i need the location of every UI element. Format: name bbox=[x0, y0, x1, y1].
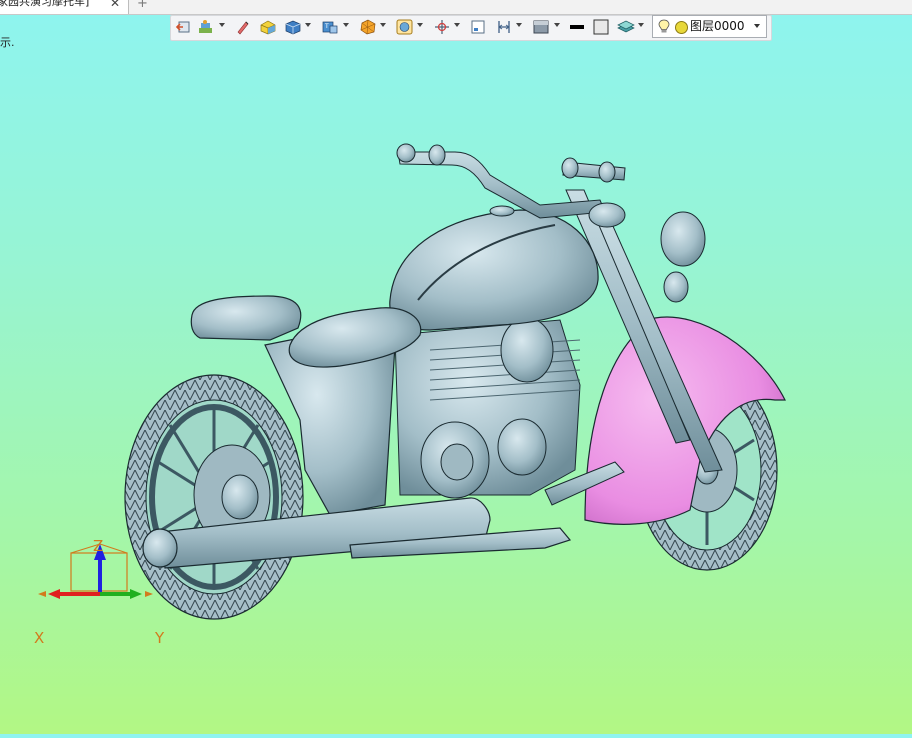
turn-signal bbox=[663, 271, 689, 303]
dimension-icon[interactable] bbox=[496, 19, 512, 37]
layer-name: 图层0000 bbox=[690, 19, 745, 33]
document-tab[interactable]: 家园共演习摩托车] ✕ bbox=[0, 0, 129, 14]
layer-dropdown[interactable]: 图层0000 bbox=[652, 15, 767, 38]
chevron-down-icon[interactable] bbox=[638, 23, 644, 27]
snap-icon[interactable] bbox=[433, 19, 451, 37]
engine bbox=[394, 317, 581, 499]
new-tab-button[interactable]: + bbox=[137, 0, 148, 11]
pencil-icon[interactable] bbox=[235, 19, 251, 37]
display-mode-icon[interactable] bbox=[198, 19, 216, 37]
line-color-icon[interactable] bbox=[569, 19, 585, 37]
chevron-down-icon[interactable] bbox=[380, 23, 386, 27]
chevron-down-icon[interactable] bbox=[343, 23, 349, 27]
shade-box-icon[interactable] bbox=[259, 19, 277, 37]
view-cube-icon[interactable]: T bbox=[321, 19, 339, 37]
fill-color-icon[interactable] bbox=[593, 19, 609, 37]
3d-viewport[interactable]: Z X Y bbox=[0, 40, 912, 734]
layer-stack-icon[interactable] bbox=[617, 19, 635, 37]
axis-x-label: X bbox=[34, 629, 45, 647]
headlight bbox=[660, 211, 706, 267]
bulb-icon[interactable] bbox=[658, 19, 670, 41]
document-tab-title: 家园共演习摩托车] bbox=[0, 0, 90, 8]
chevron-down-icon[interactable] bbox=[516, 23, 522, 27]
svg-text:T: T bbox=[324, 23, 329, 30]
axis-z-label: Z bbox=[93, 537, 104, 555]
view-icon[interactable] bbox=[175, 19, 191, 37]
layer-color-swatch bbox=[675, 21, 688, 34]
chevron-down-icon[interactable] bbox=[754, 24, 760, 28]
axis-y-label: Y bbox=[155, 629, 165, 647]
chevron-down-icon[interactable] bbox=[219, 23, 225, 27]
small-frame-icon[interactable] bbox=[470, 19, 486, 37]
render-icon[interactable] bbox=[396, 19, 414, 37]
close-icon[interactable]: ✕ bbox=[110, 0, 120, 9]
fuel-tank bbox=[389, 209, 599, 331]
solid-cube-icon[interactable] bbox=[284, 19, 302, 37]
chevron-down-icon[interactable] bbox=[417, 23, 423, 27]
polygon-icon[interactable] bbox=[359, 19, 377, 37]
chevron-down-icon[interactable] bbox=[305, 23, 311, 27]
title-bar: 家园共演习摩托车] ✕ + bbox=[0, 0, 912, 15]
material-icon[interactable] bbox=[532, 19, 550, 37]
chevron-down-icon[interactable] bbox=[454, 23, 460, 27]
chevron-down-icon[interactable] bbox=[554, 23, 560, 27]
seat bbox=[190, 295, 302, 341]
